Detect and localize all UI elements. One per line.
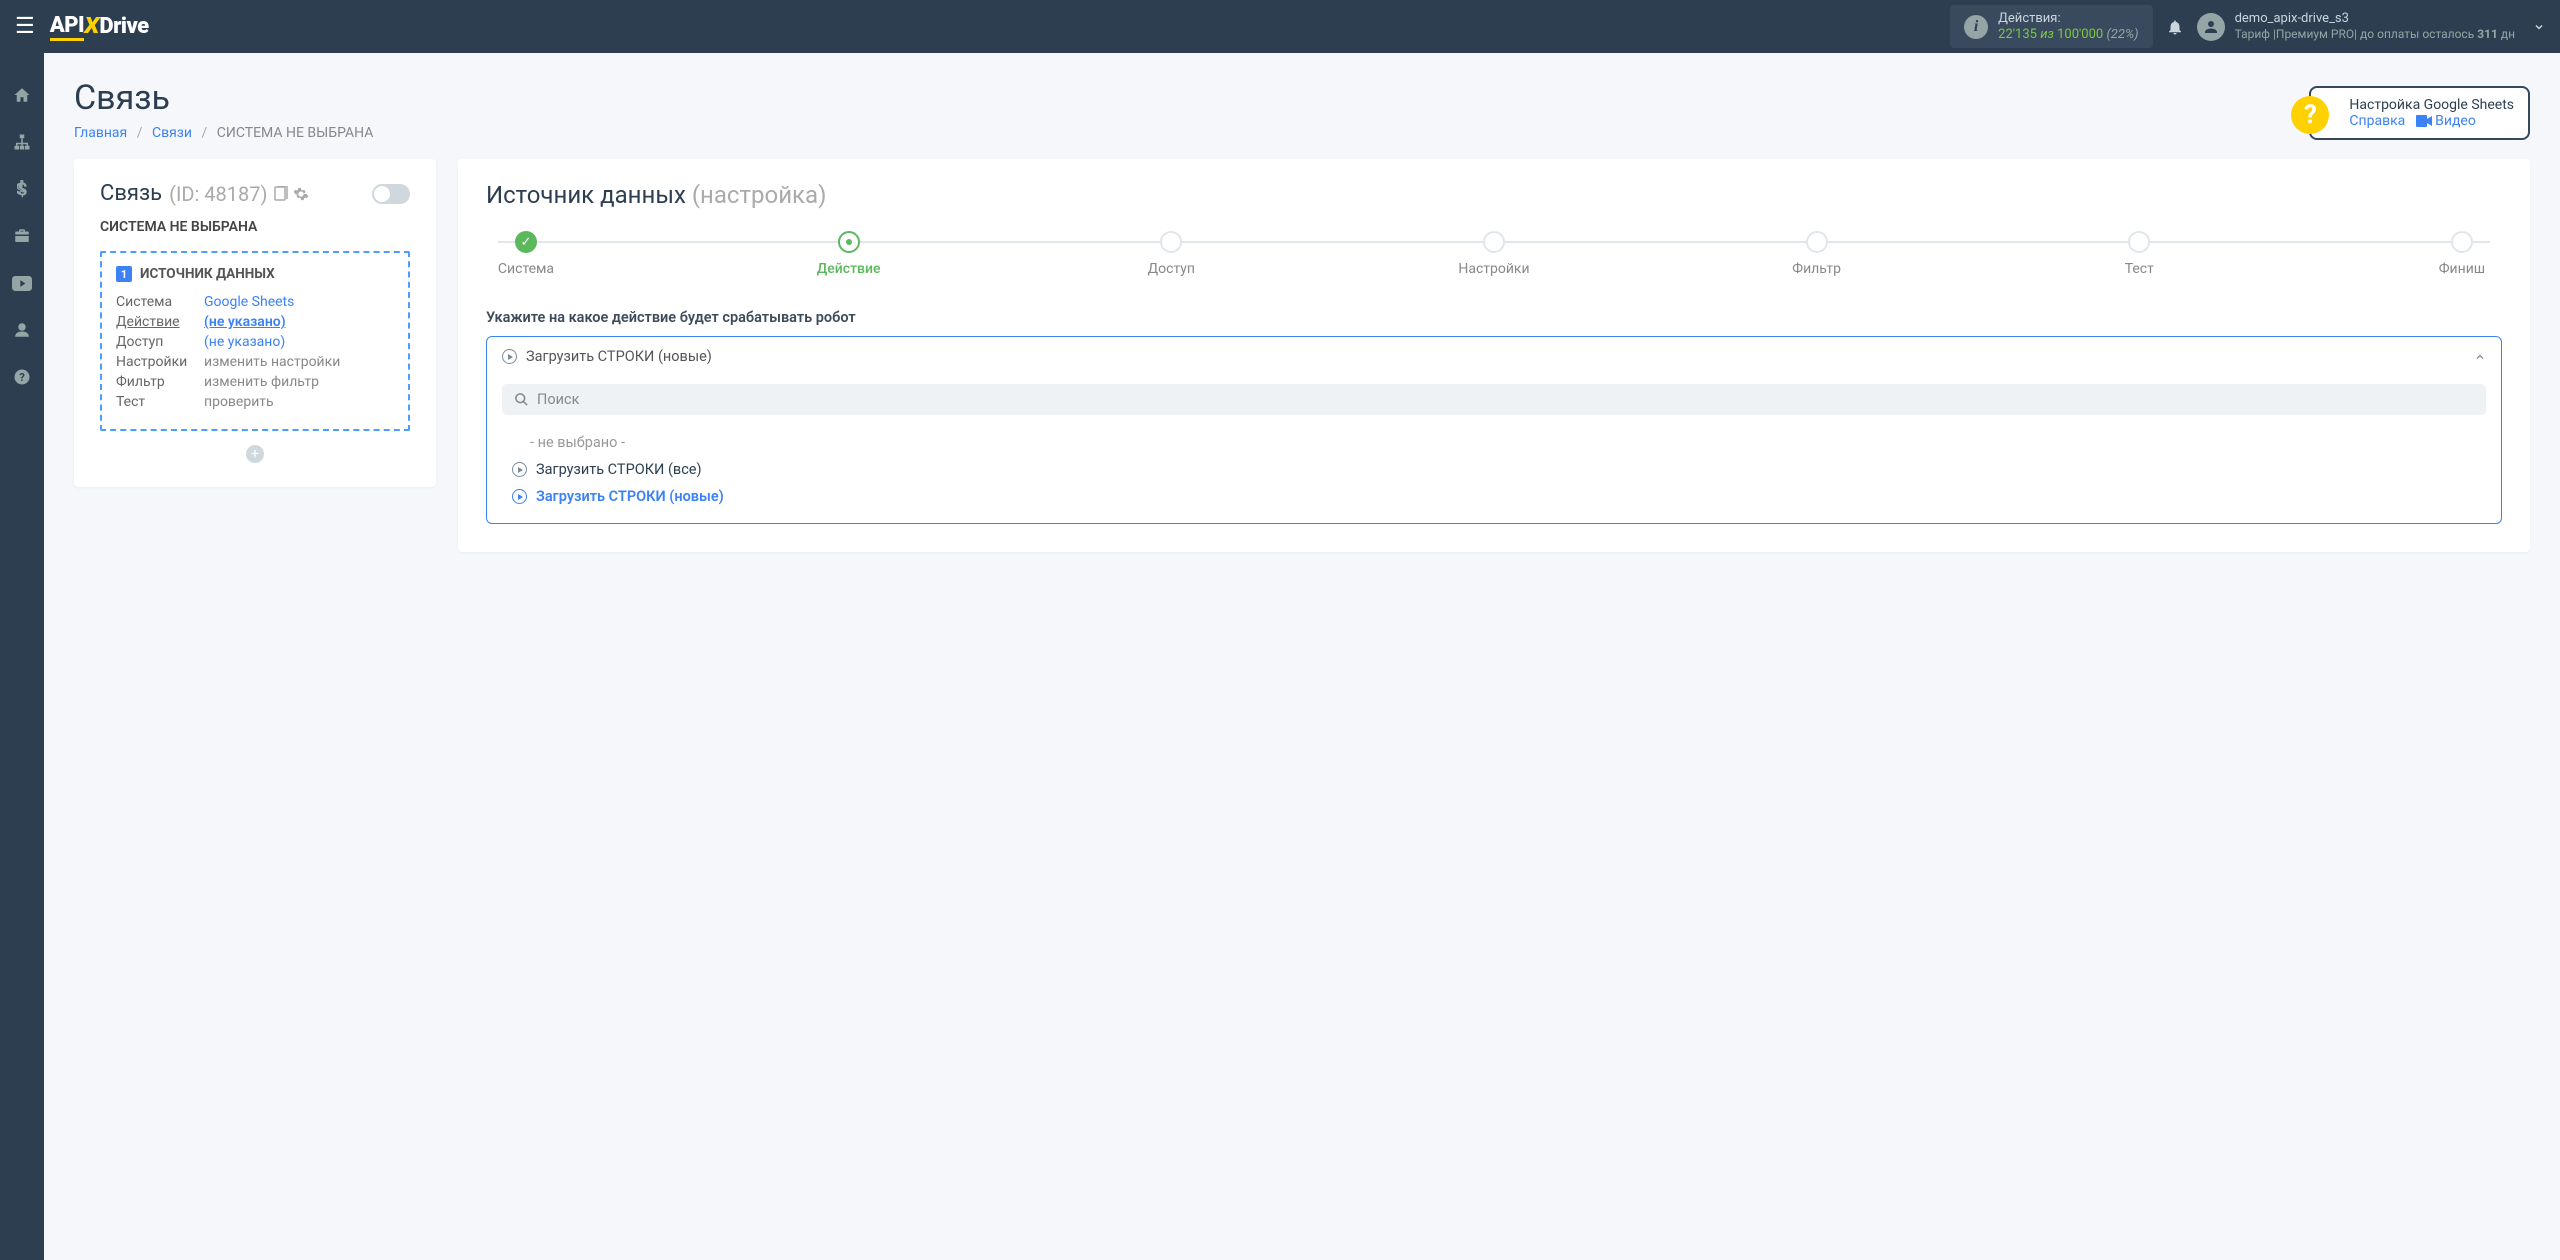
gear-icon[interactable] xyxy=(293,186,309,202)
video-link[interactable]: Видео xyxy=(2416,113,2476,129)
system-value[interactable]: Google Sheets xyxy=(204,294,294,310)
option-new[interactable]: Загрузить СТРОКИ (новые) xyxy=(502,483,2486,510)
connection-panel: Связь (ID: 48187) СИСТЕМА НЕ ВЫБРАНА 1 И… xyxy=(74,159,436,487)
breadcrumb-home[interactable]: Главная xyxy=(74,125,127,141)
username: demo_apix-drive_s3 xyxy=(2235,11,2515,27)
step-access[interactable] xyxy=(1160,231,1182,253)
svg-text:?: ? xyxy=(19,371,25,384)
actions-label: Действия: xyxy=(1998,11,2138,27)
bell-icon[interactable] xyxy=(2166,18,2184,36)
youtube-icon[interactable] xyxy=(10,271,34,295)
user-menu[interactable]: demo_apix-drive_s3 Тариф |Премиум PRO| д… xyxy=(2197,11,2545,42)
step-test[interactable] xyxy=(2128,231,2150,253)
play-icon xyxy=(512,489,527,504)
actions-counter[interactable]: i Действия: 22'135 из 100'000 (22%) xyxy=(1950,5,2152,48)
dollar-icon[interactable]: $ xyxy=(10,177,34,201)
step-system[interactable]: ✓ xyxy=(515,231,537,253)
option-none[interactable]: - не выбрано - xyxy=(502,429,2486,456)
tariff-text: Тариф |Премиум PRO| до оплаты осталось 3… xyxy=(2235,27,2515,42)
topbar: ☰ APIXDrive i Действия: 22'135 из 100'00… xyxy=(0,0,2560,53)
breadcrumb-links[interactable]: Связи xyxy=(152,125,192,141)
action-select: Загрузить СТРОКИ (новые) Поиск - не выбр… xyxy=(486,336,2502,524)
menu-icon[interactable]: ☰ xyxy=(15,14,35,39)
breadcrumb: Главная / Связи / СИСТЕМА НЕ ВЫБРАНА xyxy=(74,125,373,141)
sitemap-icon[interactable] xyxy=(10,130,34,154)
panel-subheader: СИСТЕМА НЕ ВЫБРАНА xyxy=(100,219,410,235)
step-settings[interactable] xyxy=(1483,231,1505,253)
access-value[interactable]: (не указано) xyxy=(204,334,285,350)
help-link[interactable]: Справка xyxy=(2349,113,2405,129)
help-title: Настройка Google Sheets xyxy=(2349,97,2514,113)
play-icon xyxy=(502,349,517,364)
badge-1: 1 xyxy=(116,266,132,282)
panel-title: Связь xyxy=(100,181,162,206)
help-icon[interactable]: ? xyxy=(10,365,34,389)
step-action[interactable] xyxy=(838,231,860,253)
play-icon xyxy=(512,462,527,477)
breadcrumb-current: СИСТЕМА НЕ ВЫБРАНА xyxy=(217,125,374,141)
form-label: Укажите на какое действие будет срабатыв… xyxy=(486,309,2502,326)
source-box: 1 ИСТОЧНИК ДАННЫХ СистемаGoogle Sheets Д… xyxy=(100,251,410,431)
main-panel: Источник данных (настройка) ✓Система Дей… xyxy=(458,159,2530,552)
info-icon: i xyxy=(1964,15,1988,39)
svg-text:$: $ xyxy=(17,180,27,198)
add-button[interactable]: + xyxy=(246,445,264,463)
chevron-down-icon[interactable] xyxy=(2533,21,2545,33)
step-finish[interactable] xyxy=(2451,231,2473,253)
connection-id: (ID: 48187) xyxy=(169,182,267,206)
source-title: ИСТОЧНИК ДАННЫХ xyxy=(140,266,275,282)
test-value[interactable]: проверить xyxy=(204,394,274,410)
settings-value[interactable]: изменить настройки xyxy=(204,354,340,370)
avatar-icon xyxy=(2197,13,2225,41)
search-input[interactable]: Поиск xyxy=(502,384,2486,415)
main-title: Источник данных (настройка) xyxy=(486,181,2502,209)
stepper: ✓Система Действие Доступ Настройки Фильт… xyxy=(486,231,2502,277)
question-icon[interactable]: ? xyxy=(2291,96,2329,134)
chevron-up-icon xyxy=(2474,351,2486,363)
select-head[interactable]: Загрузить СТРОКИ (новые) xyxy=(487,337,2501,376)
filter-value[interactable]: изменить фильтр xyxy=(204,374,319,390)
search-icon xyxy=(514,392,529,407)
page-title: Связь xyxy=(74,78,373,118)
logo[interactable]: APIXDrive xyxy=(50,13,149,41)
step-filter[interactable] xyxy=(1806,231,1828,253)
briefcase-icon[interactable] xyxy=(10,224,34,248)
user-icon[interactable] xyxy=(10,318,34,342)
home-icon[interactable] xyxy=(10,83,34,107)
action-value[interactable]: (не указано) xyxy=(204,314,286,330)
connection-toggle[interactable] xyxy=(372,184,410,204)
option-all[interactable]: Загрузить СТРОКИ (все) xyxy=(502,456,2486,483)
copy-icon[interactable] xyxy=(274,186,288,202)
help-box: ? Настройка Google Sheets Справка Видео xyxy=(2309,86,2530,140)
sidebar: $ ? xyxy=(0,53,44,1260)
